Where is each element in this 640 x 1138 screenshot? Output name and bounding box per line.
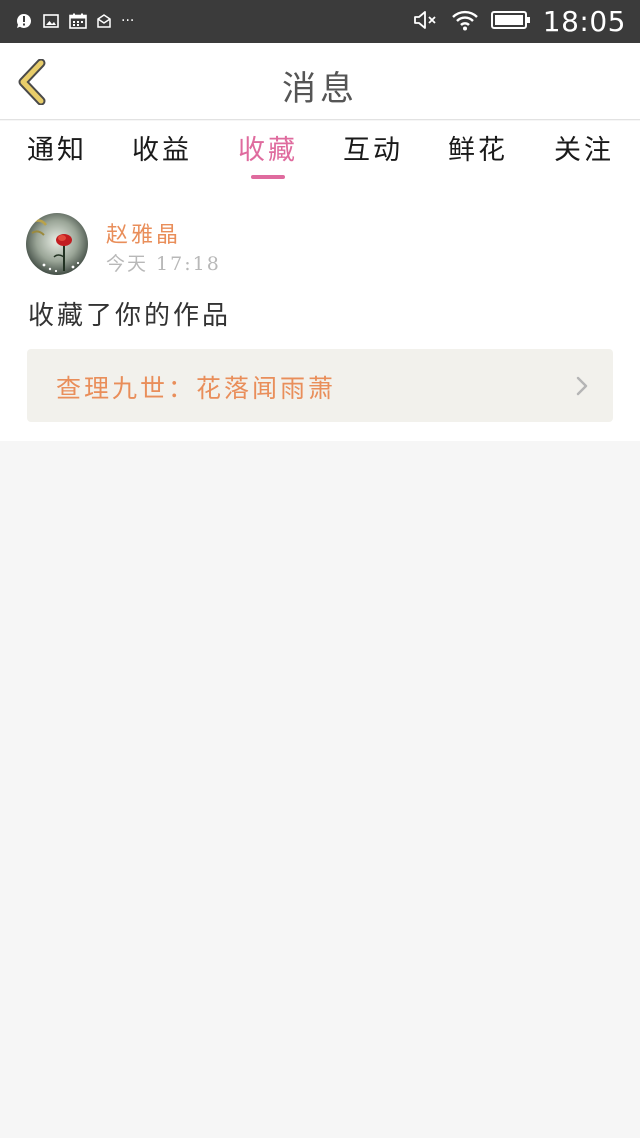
image-icon (43, 14, 59, 28)
more-dots-icon: ··· (121, 13, 135, 29)
status-right-icons: 18:05 (413, 4, 626, 39)
status-left-icons: ··· (15, 10, 134, 32)
tab-label: 互动 (343, 135, 403, 166)
tab-label: 关注 (554, 135, 614, 166)
tab-notifications[interactable]: 通知 (17, 131, 97, 187)
tab-label: 收益 (132, 135, 192, 166)
battery-icon (490, 10, 531, 34)
wifi-icon (451, 9, 479, 35)
avatar[interactable] (26, 213, 88, 275)
page-title: 消息 (282, 69, 358, 109)
tab-label: 收藏 (238, 135, 298, 166)
tab-label: 鲜花 (448, 135, 508, 166)
tab-bar: 通知 收益 收藏 互动 鲜花 关注 (0, 121, 640, 187)
tab-flowers[interactable]: 鲜花 (438, 131, 518, 187)
chevron-right-icon (576, 376, 588, 396)
nav-bar: 消息 (0, 43, 640, 120)
tab-earnings[interactable]: 收益 (122, 131, 202, 187)
message-item: 赵雅晶 今天 17:18 收藏了你的作品 查理九世：花落闻雨萧 (0, 187, 640, 441)
chat-notification-icon (15, 12, 33, 30)
message-timestamp: 今天 17:18 (106, 253, 221, 275)
message-text: 收藏了你的作品 (28, 301, 232, 331)
tab-follows[interactable]: 关注 (544, 131, 624, 187)
active-tab-indicator (251, 175, 285, 179)
mute-icon (413, 9, 439, 35)
sender-name[interactable]: 赵雅晶 (106, 217, 181, 249)
empty-content-area (0, 441, 640, 1138)
tab-interactions[interactable]: 互动 (333, 131, 413, 187)
work-title: 查理九世：花落闻雨萧 (56, 374, 337, 403)
mail-icon (97, 14, 111, 28)
tab-favorites[interactable]: 收藏 (228, 131, 308, 187)
status-time: 18:05 (542, 5, 626, 38)
tab-label: 通知 (27, 135, 87, 166)
status-bar: ··· 18:05 (0, 0, 640, 43)
work-link[interactable]: 查理九世：花落闻雨萧 (27, 349, 613, 422)
calendar-icon (69, 13, 87, 29)
